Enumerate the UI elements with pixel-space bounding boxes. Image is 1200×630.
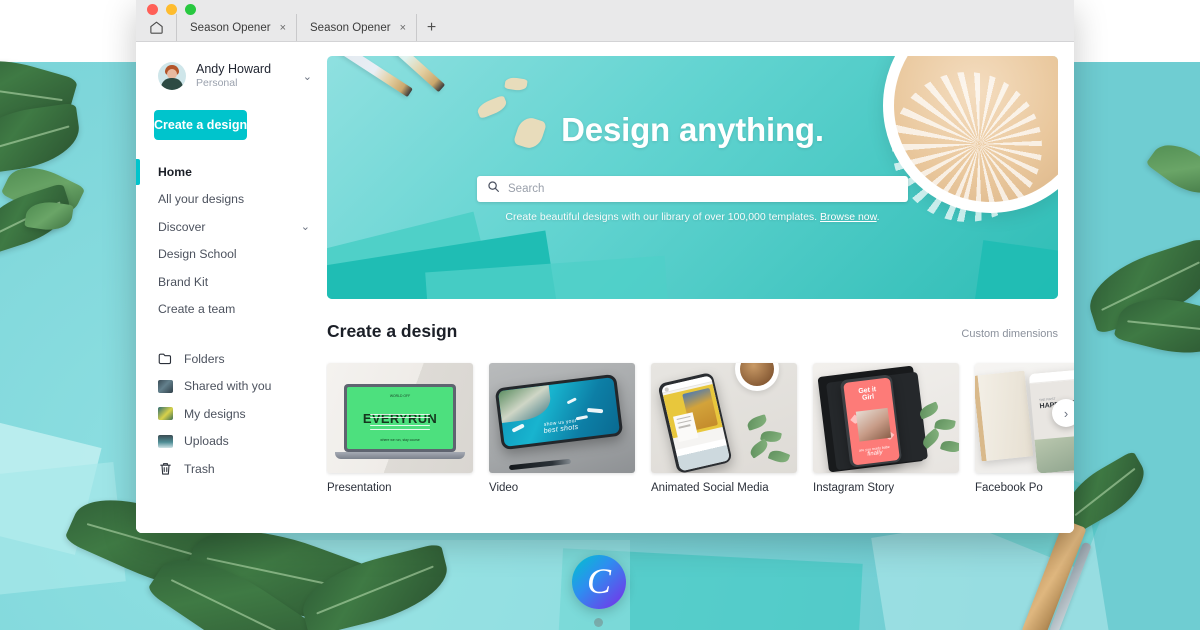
browser-window: Season Opener × Season Opener × + Andy H… — [136, 0, 1074, 533]
story-thumb-headline: Get it Girl — [843, 384, 891, 404]
sidebar: Andy Howard Personal ⌄ Create a design H… — [136, 42, 326, 533]
app-body: Andy Howard Personal ⌄ Create a design H… — [136, 42, 1074, 533]
sidebar-primary-nav: Home All your designs Discover ⌄ Design … — [136, 158, 326, 323]
trash-icon — [158, 462, 173, 476]
sidebar-item-folders-label: Folders — [184, 351, 225, 366]
sidebar-item-folders[interactable]: Folders — [136, 345, 326, 373]
design-card-presentation-label: Presentation — [327, 482, 392, 494]
create-a-design-header: Create a design Custom dimensions — [327, 321, 1058, 342]
sidebar-item-trash[interactable]: Trash — [136, 455, 326, 483]
laptop-base — [335, 452, 465, 459]
carousel-next-button[interactable]: › — [1052, 399, 1074, 427]
design-card-facebook-post[interactable]: THE FIRST HAPPY MONDAY Facebook Po — [975, 363, 1074, 494]
design-card-animated-social-media-thumb — [651, 363, 797, 473]
canva-logo-letter: C — [586, 560, 611, 601]
design-card-video-label: Video — [489, 482, 519, 494]
phone-story-mockup: Get it Girl are you ready babe finally — [839, 374, 903, 468]
browser-chrome-bar: Season Opener × Season Opener × + — [136, 0, 1074, 42]
design-card-presentation-thumb: WORLD OFF EVERYRUN where we run, stay co… — [327, 363, 473, 473]
phone-landscape-mockup: show us your best shots — [494, 373, 624, 451]
leaf-sprig-prop — [745, 411, 797, 469]
phone-portrait-mockup — [657, 371, 733, 473]
hero-title: Design anything. — [561, 111, 824, 148]
design-card-instagram-story-thumb: Get it Girl are you ready babe finally — [813, 363, 959, 473]
browser-tab-2[interactable]: Season Opener × — [296, 14, 416, 41]
stylus-pen-prop — [508, 458, 572, 471]
sidebar-item-uploads-label: Uploads — [184, 434, 229, 449]
eucalyptus-sprig-prop — [913, 401, 959, 463]
coffee-cup-prop — [735, 363, 779, 391]
design-type-carousel: WORLD OFF EVERYRUN where we run, stay co… — [327, 363, 1074, 494]
sidebar-item-home[interactable]: Home — [136, 158, 326, 186]
user-account-switcher[interactable]: Andy Howard Personal ⌄ — [136, 56, 326, 96]
hero-banner: Design anything. Create beautiful design… — [327, 56, 1058, 299]
hero-paper-4 — [973, 240, 1058, 299]
design-card-instagram-story-label: Instagram Story — [813, 482, 895, 494]
sidebar-item-uploads[interactable]: Uploads — [136, 428, 326, 456]
sidebar-item-shared-with-you-label: Shared with you — [184, 379, 272, 394]
browse-now-link[interactable]: Browse now — [820, 211, 877, 223]
user-meta: Andy Howard Personal — [196, 62, 293, 91]
sidebar-secondary-nav: Folders Shared with you My designs Uploa… — [136, 345, 326, 483]
search-input[interactable] — [508, 183, 898, 195]
backdrop-screw-dot — [594, 618, 603, 627]
search-icon — [487, 180, 500, 198]
desktop-background: Season Opener × Season Opener × + Andy H… — [0, 0, 1200, 630]
sidebar-item-brand-kit[interactable]: Brand Kit — [136, 268, 326, 296]
browser-tab-1-title: Season Opener — [190, 21, 271, 34]
avatar — [158, 62, 186, 90]
sidebar-item-create-a-team[interactable]: Create a team — [136, 296, 326, 324]
sidebar-item-all-your-designs-label: All your designs — [158, 192, 245, 207]
notebook-prop — [975, 370, 1034, 462]
hero-search-box[interactable] — [477, 176, 908, 202]
sidebar-item-my-designs[interactable]: My designs — [136, 400, 326, 428]
chevron-down-icon[interactable]: ⌄ — [301, 220, 310, 233]
page-title: Create a design — [327, 321, 458, 341]
close-tab-2-icon[interactable]: × — [400, 22, 406, 34]
custom-dimensions-link[interactable]: Custom dimensions — [961, 328, 1058, 340]
user-plan: Personal — [196, 77, 238, 90]
tab-strip: Season Opener × Season Opener × + — [136, 14, 1074, 41]
folder-icon — [158, 352, 173, 366]
shared-thumb-icon — [158, 379, 173, 393]
hero-subtitle: Create beautiful designs with our librar… — [327, 211, 1058, 223]
user-name: Andy Howard — [196, 61, 272, 76]
sidebar-item-trash-label: Trash — [184, 461, 215, 476]
hero-subtitle-text: Create beautiful designs with our librar… — [505, 211, 821, 223]
sidebar-item-discover-label: Discover — [158, 219, 206, 234]
sidebar-item-shared-with-you[interactable]: Shared with you — [136, 373, 326, 401]
sidebar-item-all-your-designs[interactable]: All your designs — [136, 186, 326, 214]
story-thumb-headline-line2: Girl — [861, 393, 875, 402]
design-card-animated-social-media[interactable]: Animated Social Media — [651, 363, 797, 494]
new-tab-button[interactable]: + — [416, 14, 446, 41]
hero-subtitle-period: . — [876, 211, 880, 223]
home-icon[interactable] — [136, 14, 176, 41]
sidebar-item-home-label: Home — [158, 164, 192, 179]
uploads-thumb-icon — [158, 434, 173, 448]
design-card-video-thumb: show us your best shots — [489, 363, 635, 473]
sidebar-item-discover[interactable]: Discover ⌄ — [136, 213, 326, 241]
create-a-design-button[interactable]: Create a design — [154, 110, 248, 140]
close-tab-1-icon[interactable]: × — [280, 22, 286, 34]
design-card-instagram-story[interactable]: Get it Girl are you ready babe finally I… — [813, 363, 959, 494]
design-card-presentation[interactable]: WORLD OFF EVERYRUN where we run, stay co… — [327, 363, 473, 494]
my-designs-thumb-icon — [158, 407, 173, 421]
canva-logo: C — [572, 555, 626, 609]
sidebar-item-my-designs-label: My designs — [184, 406, 246, 421]
design-card-video[interactable]: show us your best shots Video — [489, 363, 635, 494]
browser-tab-1[interactable]: Season Opener × — [176, 14, 296, 41]
main-content: Design anything. Create beautiful design… — [326, 42, 1074, 533]
sidebar-item-design-school[interactable]: Design School — [136, 241, 326, 269]
sidebar-item-brand-kit-label: Brand Kit — [158, 274, 209, 289]
design-card-animated-social-media-label: Animated Social Media — [651, 482, 769, 494]
story-thumb-footer: are you ready babe finally — [851, 443, 899, 459]
browser-tab-2-title: Season Opener — [310, 21, 391, 34]
design-card-facebook-post-label: Facebook Po — [975, 482, 1043, 494]
sidebar-item-create-a-team-label: Create a team — [158, 302, 236, 317]
chevron-down-icon[interactable]: ⌄ — [303, 70, 312, 83]
laptop-mockup: WORLD OFF EVERYRUN where we run, stay co… — [344, 384, 456, 452]
laptop-screen-bottom-text: where we run, stay course — [380, 438, 420, 442]
sidebar-item-design-school-label: Design School — [158, 247, 237, 262]
laptop-screen-top-text: WORLD OFF — [389, 394, 411, 398]
